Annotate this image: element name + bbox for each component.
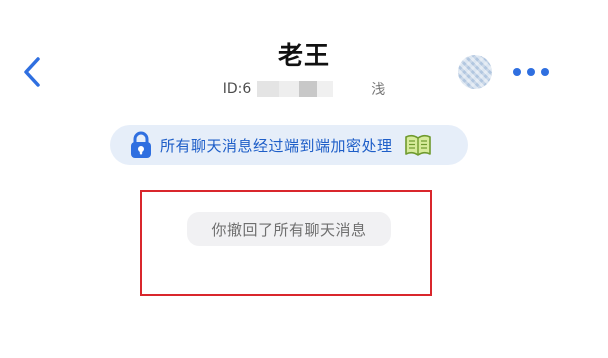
recall-notice: 你撤回了所有聊天消息 (187, 212, 391, 246)
avatar[interactable] (458, 55, 492, 89)
id-prefix: ID:6 (222, 81, 252, 97)
encryption-banner[interactable]: 所有聊天消息经过端到端加密处理 (110, 125, 468, 165)
more-dot (541, 68, 549, 76)
lock-icon (128, 130, 154, 160)
more-dot (527, 68, 535, 76)
book-icon (403, 133, 433, 157)
id-redaction (257, 80, 367, 98)
id-suffix: 浅 (371, 82, 386, 98)
encryption-banner-text: 所有聊天消息经过端到端加密处理 (160, 136, 393, 155)
more-dot (513, 68, 521, 76)
more-button[interactable] (509, 60, 553, 84)
chat-header: 老王 ID:6 浅 (0, 0, 608, 120)
